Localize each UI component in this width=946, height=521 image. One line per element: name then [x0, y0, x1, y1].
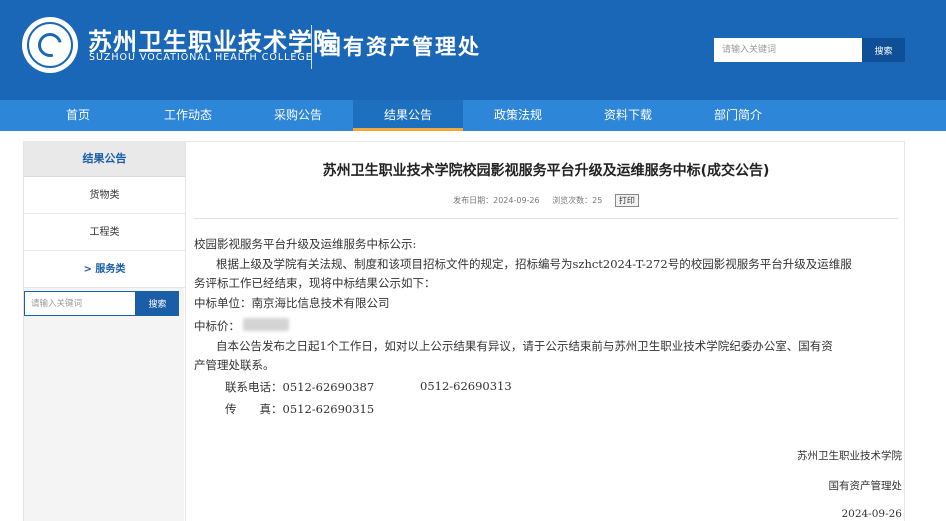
intro-paragraph: 校园影视服务平台升级及运维服务中标公示: — [194, 237, 417, 251]
signature-dept: 国有资产管理处 — [828, 480, 903, 492]
publish-date: 发布日期：2024-09-26 — [453, 196, 540, 205]
article-meta: 发布日期：2024-09-26 浏览次数：25 打印 — [186, 194, 906, 207]
sidebar-search-button[interactable]: 搜索 — [136, 291, 179, 316]
signature-date: 2024-09-26 — [841, 508, 902, 520]
site-header: 苏州卫生职业技术学院 SUZHOU VOCATIONAL HEALTH COLL… — [0, 0, 946, 100]
paragraph-3-line-2: 产管理处联系。 — [194, 358, 275, 372]
sidebar-title: 结果公告 — [24, 141, 185, 177]
price-redacted — [243, 318, 289, 331]
signature-school: 苏州卫生职业技术学院 — [797, 450, 902, 462]
sidebar-item-goods[interactable]: 货物类 — [24, 177, 185, 214]
header-search-button[interactable]: 搜索 — [862, 38, 905, 62]
view-count: 浏览次数：25 — [552, 196, 603, 205]
phone-2: 0512-62690313 — [420, 379, 512, 393]
sidebar-item-services[interactable]: > 服务类 — [24, 251, 185, 288]
main-nav: 首页 工作动态 采购公告 结果公告 政策法规 资料下载 部门简介 — [0, 100, 946, 131]
winner-line: 中标单位：南京海比信息技术有限公司 — [194, 296, 390, 310]
nav-item-downloads[interactable]: 资料下载 — [573, 100, 683, 131]
print-button[interactable]: 打印 — [614, 194, 639, 207]
price-label: 中标价： — [194, 319, 240, 333]
nav-item-policy[interactable]: 政策法规 — [463, 100, 573, 131]
school-name-en: SUZHOU VOCATIONAL HEALTH COLLEGE — [89, 52, 313, 63]
logo-ring — [27, 22, 73, 68]
paragraph-3-line-1: 自本公告发布之日起1个工作日，如对以上公示结果有异议，请于公示结束前与苏州卫生职… — [216, 339, 833, 353]
meta-divider — [194, 218, 898, 219]
article-title: 苏州卫生职业技术学院校园影视服务平台升级及运维服务中标(成交公告) — [322, 163, 770, 179]
paragraph-2-line-1: 根据上级及学院有关法规、制度和该项目招标文件的规定，招标编号为szhct2024… — [216, 257, 852, 271]
article-panel: 苏州卫生职业技术学院校园影视服务平台升级及运维服务中标(成交公告) 发布日期：2… — [185, 141, 905, 521]
sidebar: 结果公告 货物类 工程类 > 服务类 搜索 — [23, 141, 185, 521]
sidebar-item-engineering[interactable]: 工程类 — [24, 214, 185, 251]
school-logo[interactable] — [22, 17, 78, 73]
logo-emblem-icon — [33, 28, 67, 62]
nav-item-about[interactable]: 部门简介 — [683, 100, 793, 131]
nav-item-results[interactable]: 结果公告 — [353, 100, 463, 131]
header-search-input[interactable] — [714, 38, 862, 62]
nav-item-home[interactable]: 首页 — [23, 100, 133, 131]
header-divider — [311, 25, 312, 69]
department-name: 国有资产管理处 — [320, 35, 481, 59]
phone-line: 联系电话：0512-62690387 — [225, 380, 375, 394]
fax-line: 传 真：0512-62690315 — [225, 402, 375, 416]
nav-item-procurement[interactable]: 采购公告 — [243, 100, 353, 131]
paragraph-2-line-2: 务评标工作已经结束，现将中标结果公示如下： — [194, 276, 436, 290]
sidebar-search-input[interactable] — [24, 291, 136, 316]
nav-item-news[interactable]: 工作动态 — [133, 100, 243, 131]
